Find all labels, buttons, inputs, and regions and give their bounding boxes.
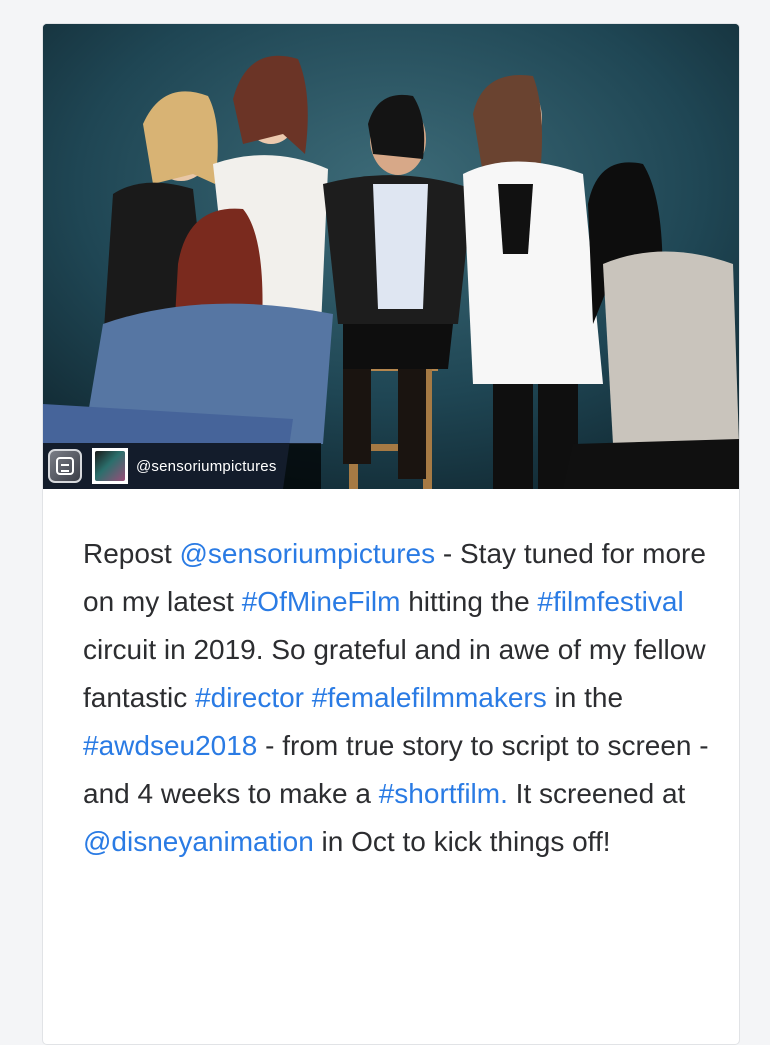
caption-text: hitting the: [400, 586, 538, 617]
caption-text: in Oct to kick things off!: [313, 826, 611, 857]
repost-handle: @sensoriumpictures: [136, 457, 277, 475]
caption-text: It screened at: [507, 778, 686, 809]
post-photo[interactable]: @sensoriumpictures: [43, 24, 739, 489]
post-caption: Repost @sensoriumpictures - Stay tuned f…: [83, 530, 713, 866]
caption-text: Repost: [83, 538, 180, 569]
post-card: @sensoriumpictures Repost @sensoriumpict…: [42, 23, 740, 1045]
hashtag-link-femalefilmmakers[interactable]: #femalefilmmakers: [312, 682, 547, 713]
mention-link-disneyanimation[interactable]: @disneyanimation: [83, 826, 314, 857]
sensorium-avatar-icon: [92, 448, 128, 484]
mention-link-sensoriumpictures[interactable]: @sensoriumpictures: [180, 538, 436, 569]
hashtag-link-shortfilm[interactable]: #shortfilm.: [379, 778, 508, 809]
caption-text: in the: [546, 682, 624, 713]
hashtag-link-awdseu2018[interactable]: #awdseu2018: [83, 730, 257, 761]
caption-text: [304, 682, 312, 713]
hashtag-link-filmfestival[interactable]: #filmfestival: [537, 586, 683, 617]
repost-app-icon: [48, 449, 82, 483]
hashtag-link-ofminefilm[interactable]: #OfMineFilm: [242, 586, 401, 617]
repost-attribution-bar[interactable]: @sensoriumpictures: [43, 443, 321, 489]
hashtag-link-director[interactable]: #director: [195, 682, 304, 713]
group-photo-image: [43, 24, 739, 489]
